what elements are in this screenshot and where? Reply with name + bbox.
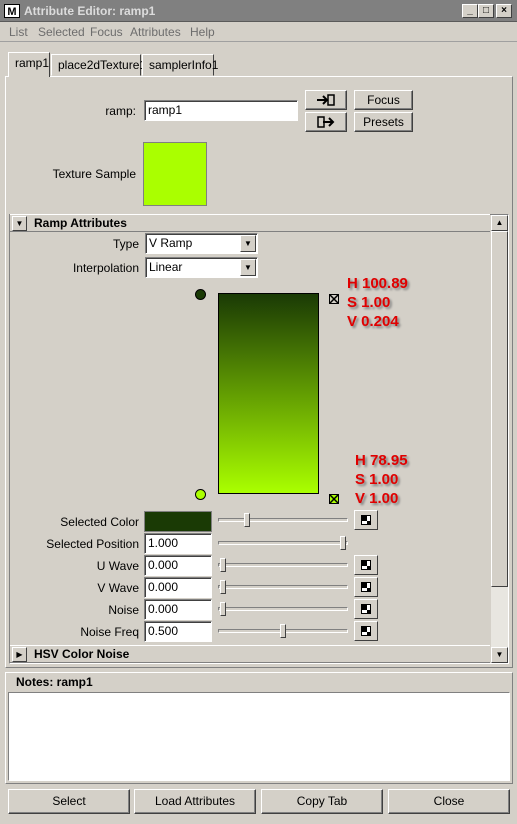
menu-bar: List Selected Focus Attributes Help <box>0 22 517 42</box>
minimize-button[interactable]: _ <box>462 4 478 18</box>
u-wave-slider-thumb[interactable] <box>220 558 226 572</box>
hsv-bottom-v: V 1.00 <box>355 490 399 507</box>
type-label: Type <box>112 237 139 251</box>
hsv-annotation-top: H 100.89 S 1.00 V 0.204 <box>347 274 408 331</box>
selected-color-slider-thumb[interactable] <box>244 513 251 527</box>
hsv-top-h: H 100.89 <box>347 275 408 292</box>
hsv-annotation-bottom: H 78.95 S 1.00 V 1.00 <box>355 451 408 508</box>
noise-label: Noise <box>108 603 139 617</box>
title-bar: M Attribute Editor: ramp1 _ □ × <box>0 0 517 22</box>
noise-field[interactable]: 0.000 <box>144 599 212 620</box>
u-wave-field[interactable]: 0.000 <box>144 555 212 576</box>
texture-sample-swatch[interactable] <box>143 142 207 206</box>
output-connections-button[interactable] <box>305 112 347 132</box>
app-icon: M <box>4 4 20 18</box>
u-wave-map-button[interactable] <box>354 555 378 575</box>
maximize-button[interactable]: □ <box>478 4 494 18</box>
hsv-color-noise-header[interactable]: ▶ HSV Color Noise <box>10 645 490 663</box>
menu-selected[interactable]: Selected <box>38 25 85 39</box>
interpolation-dropdown[interactable]: Linear ▼ <box>145 257 258 278</box>
type-value: V Ramp <box>149 236 193 250</box>
u-wave-slider[interactable] <box>218 563 348 567</box>
u-wave-label: U Wave <box>96 559 139 573</box>
load-attributes-button[interactable]: Load Attributes <box>134 789 256 814</box>
vertical-scrollbar[interactable]: ▲ ▼ <box>491 215 508 663</box>
selected-position-slider[interactable] <box>218 541 348 545</box>
select-button[interactable]: Select <box>8 789 130 814</box>
ramp-name-label: ramp: <box>105 104 136 118</box>
checker-icon <box>361 560 371 570</box>
close-window-button[interactable]: × <box>496 4 512 18</box>
selected-position-field[interactable]: 1.000 <box>144 533 212 554</box>
output-arrow-icon <box>317 116 335 128</box>
interpolation-value: Linear <box>149 260 183 274</box>
selected-color-label: Selected Color <box>60 515 139 529</box>
type-dropdown[interactable]: V Ramp ▼ <box>145 233 258 254</box>
ramp-name-field[interactable]: ramp1 <box>144 100 298 121</box>
hsv-top-v: V 0.204 <box>347 313 399 330</box>
selected-position-label: Selected Position <box>46 537 139 551</box>
hsv-bottom-s: S 1.00 <box>355 471 399 488</box>
noise-freq-slider-thumb[interactable] <box>280 624 286 638</box>
hsv-color-noise-label: HSV Color Noise <box>34 647 130 661</box>
checker-icon <box>361 604 371 614</box>
ramp-color-handle-top[interactable] <box>195 289 206 300</box>
copy-tab-button[interactable]: Copy Tab <box>261 789 383 814</box>
expand-arrow-icon[interactable]: ▶ <box>12 647 27 662</box>
selected-color-slider[interactable] <box>218 518 348 522</box>
noise-freq-label: Noise Freq <box>80 625 139 639</box>
notes-label: Notes: ramp1 <box>16 675 93 689</box>
menu-list[interactable]: List <box>9 25 28 39</box>
selected-color-swatch[interactable] <box>144 511 212 532</box>
texture-sample-label: Texture Sample <box>52 167 136 181</box>
close-button[interactable]: Close <box>388 789 510 814</box>
tab-place2dtexture1[interactable]: place2dTexture1 <box>51 54 146 76</box>
tab-samplerinfo1[interactable]: samplerInfo1 <box>142 54 218 76</box>
presets-button[interactable]: Presets <box>354 112 413 132</box>
collapse-arrow-icon[interactable]: ▼ <box>12 216 27 231</box>
noise-slider[interactable] <box>218 607 348 611</box>
menu-help[interactable]: Help <box>190 25 215 39</box>
v-wave-slider[interactable] <box>218 585 348 589</box>
ramp-color-handle-bottom[interactable] <box>195 489 206 500</box>
input-connections-button[interactable] <box>305 90 347 110</box>
checker-icon <box>361 582 371 592</box>
checker-icon <box>361 626 371 636</box>
v-wave-slider-thumb[interactable] <box>220 580 226 594</box>
tab-ramp1[interactable]: ramp1 <box>8 52 50 77</box>
v-wave-field[interactable]: 0.000 <box>144 577 212 598</box>
menu-attributes[interactable]: Attributes <box>130 25 181 39</box>
interpolation-label: Interpolation <box>72 261 139 275</box>
scroll-up-button[interactable]: ▲ <box>491 215 508 231</box>
ramp-gradient[interactable] <box>218 293 319 494</box>
v-wave-map-button[interactable] <box>354 577 378 597</box>
hsv-bottom-h: H 78.95 <box>355 452 408 469</box>
delete-entry-bottom-icon[interactable] <box>329 494 339 504</box>
input-arrow-icon <box>317 94 335 106</box>
v-wave-label: V Wave <box>97 581 139 595</box>
noise-freq-field[interactable]: 0.500 <box>144 621 212 642</box>
window-title: Attribute Editor: ramp1 <box>24 4 156 18</box>
noise-map-button[interactable] <box>354 599 378 619</box>
ramp-attributes-header[interactable]: ▼ Ramp Attributes <box>10 214 490 232</box>
noise-slider-thumb[interactable] <box>220 602 226 616</box>
selected-color-map-button[interactable] <box>354 510 378 530</box>
selected-position-slider-thumb[interactable] <box>340 536 346 550</box>
menu-focus[interactable]: Focus <box>90 25 123 39</box>
chevron-down-icon: ▼ <box>240 235 256 252</box>
delete-entry-top-icon[interactable] <box>329 294 339 304</box>
scroll-down-button[interactable]: ▼ <box>491 647 508 663</box>
noise-freq-map-button[interactable] <box>354 621 378 641</box>
ramp-attributes-label: Ramp Attributes <box>34 216 127 230</box>
chevron-down-icon: ▼ <box>240 259 256 276</box>
scroll-thumb[interactable] <box>491 231 508 587</box>
focus-button[interactable]: Focus <box>354 90 413 110</box>
notes-textarea[interactable] <box>8 692 510 781</box>
checker-icon <box>361 515 371 525</box>
hsv-top-s: S 1.00 <box>347 294 391 311</box>
